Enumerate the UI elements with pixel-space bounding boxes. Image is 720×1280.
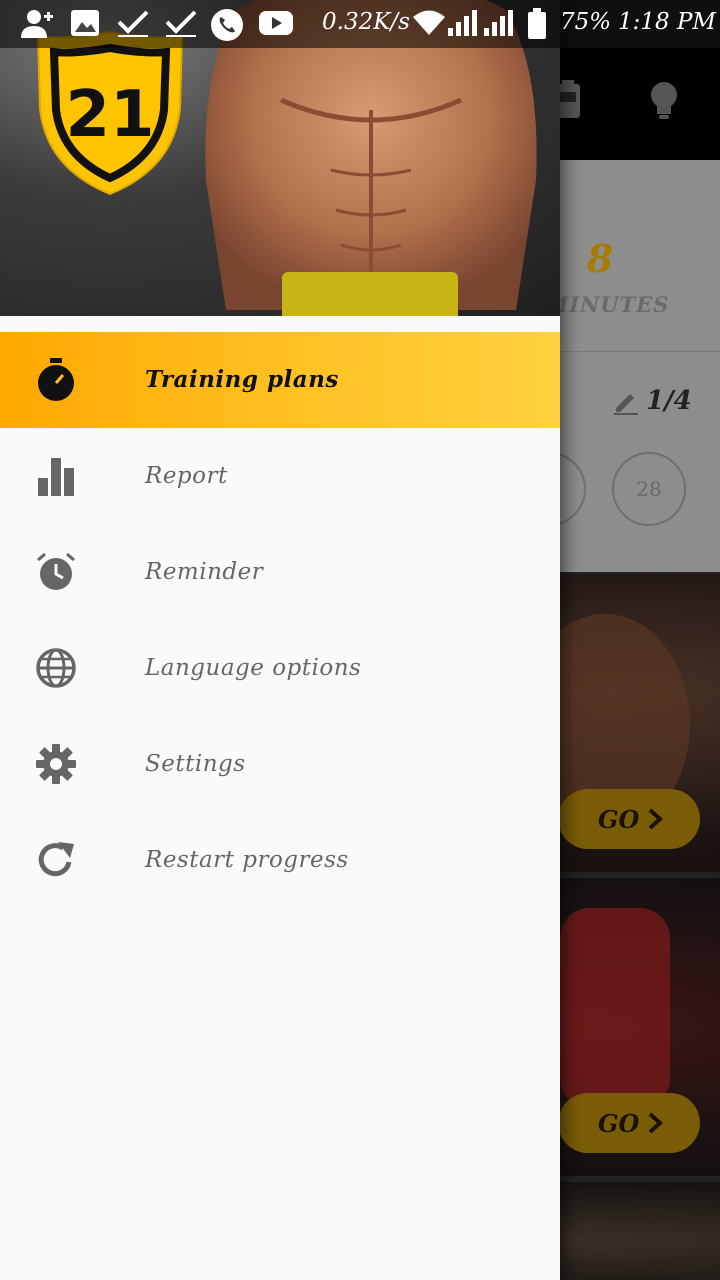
alarm-clock-icon	[30, 548, 82, 596]
battery-icon	[528, 8, 546, 39]
phone-icon	[211, 9, 243, 41]
logo-text: 21	[65, 78, 154, 152]
menu-item-label: Restart progress	[145, 847, 349, 873]
menu-item-restart-progress[interactable]: Restart progress	[0, 812, 560, 908]
go-button[interactable]: GO	[558, 1093, 700, 1153]
go-label: GO	[598, 1108, 640, 1138]
menu-item-label: Reminder	[145, 559, 264, 585]
menu-item-report[interactable]: Report	[0, 428, 560, 524]
day-circle[interactable]: 28	[612, 452, 686, 526]
chevron-right-icon	[649, 1112, 664, 1134]
add-contact-icon	[21, 10, 53, 38]
go-button[interactable]: GO	[558, 789, 700, 849]
menu-item-reminder[interactable]: Reminder	[0, 524, 560, 620]
menu-item-label: Report	[145, 463, 228, 489]
gear-icon	[30, 740, 82, 788]
duration-unit: MINUTES	[545, 292, 670, 317]
menu-item-label: Training plans	[145, 366, 339, 393]
wifi-icon	[413, 10, 445, 35]
shorts-shape	[282, 272, 458, 316]
bar-chart-icon	[30, 452, 82, 500]
menu-item-label: Settings	[145, 751, 246, 777]
lightbulb-icon[interactable]	[644, 78, 684, 122]
navigation-drawer: 21 Training plans Report Reminder Langua…	[0, 0, 560, 1280]
pencil-icon[interactable]	[612, 388, 640, 416]
network-speed: 0.32K/s	[322, 9, 410, 35]
menu-item-language-options[interactable]: Language options	[0, 620, 560, 716]
image-icon	[71, 10, 99, 36]
menu-item-settings[interactable]: Settings	[0, 716, 560, 812]
youtube-icon	[259, 11, 293, 35]
duration-value: 8	[586, 236, 614, 281]
menu-item-label: Language options	[145, 655, 362, 681]
status-bar: 0.32K/s 75% 1:18 PM	[0, 0, 720, 48]
signal-icon	[448, 10, 477, 36]
battery-percent: 75%	[560, 9, 612, 35]
go-label: GO	[598, 804, 640, 834]
app-logo: 21	[36, 30, 184, 196]
menu-item-training-plans[interactable]: Training plans	[0, 332, 560, 428]
refresh-icon	[30, 836, 82, 884]
stopwatch-icon	[30, 356, 82, 404]
check-icon	[165, 10, 197, 37]
check-icon	[117, 10, 149, 37]
clock: 1:18 PM	[618, 9, 716, 35]
chevron-right-icon	[649, 808, 664, 830]
globe-icon	[30, 644, 82, 692]
progress-count: 1/4	[646, 386, 692, 416]
signal-icon	[484, 10, 513, 36]
drawer-menu: Training plans Report Reminder Language …	[0, 332, 560, 908]
